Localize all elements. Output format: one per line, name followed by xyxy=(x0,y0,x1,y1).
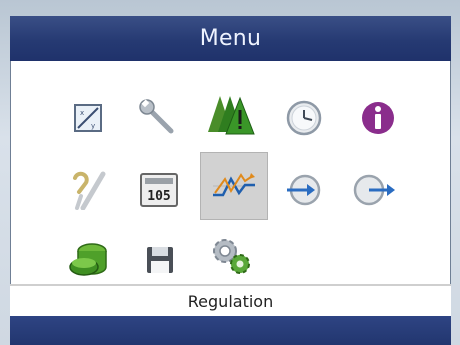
login-icon xyxy=(287,174,321,206)
status-bar: Regulation xyxy=(10,284,451,316)
database-icon xyxy=(69,243,107,276)
alarm-warning-icon xyxy=(208,96,255,135)
clock-button[interactable] xyxy=(276,90,332,146)
logout-icon xyxy=(353,174,395,206)
settings-gears-icon xyxy=(213,239,250,274)
counter-button[interactable]: 105 xyxy=(131,162,187,218)
logout-button[interactable] xyxy=(346,162,402,218)
alarm-button[interactable] xyxy=(203,86,259,142)
info-button[interactable] xyxy=(350,90,406,146)
svg-text:x: x xyxy=(80,109,84,117)
menu-icon-grid: x y 105 xyxy=(10,64,451,292)
svg-text:y: y xyxy=(91,122,95,130)
counter-digits: 105 xyxy=(147,189,170,204)
bottom-bar xyxy=(10,316,451,345)
menu-screen: Menu x y 105 Regulation xyxy=(10,16,451,345)
database-button[interactable] xyxy=(60,232,116,288)
tools-check-button[interactable] xyxy=(60,162,116,218)
setpoint-button[interactable]: x y xyxy=(60,90,116,146)
title-bar: Menu xyxy=(10,16,451,61)
page-title: Menu xyxy=(199,26,262,51)
counter-display-icon: 105 xyxy=(140,173,178,207)
regulation-button[interactable] xyxy=(200,152,268,220)
clock-icon xyxy=(286,100,322,136)
info-icon xyxy=(362,102,394,134)
wrench-icon xyxy=(139,99,174,134)
save-button[interactable] xyxy=(132,232,188,288)
settings-button[interactable] xyxy=(203,228,259,284)
save-icon xyxy=(147,247,173,273)
wrench-button[interactable] xyxy=(130,90,186,146)
setpoint-icon: x y xyxy=(74,104,102,132)
login-button[interactable] xyxy=(276,162,332,218)
tools-check-icon xyxy=(73,171,106,210)
regulation-icon xyxy=(213,173,255,197)
selected-item-label: Regulation xyxy=(187,291,274,311)
